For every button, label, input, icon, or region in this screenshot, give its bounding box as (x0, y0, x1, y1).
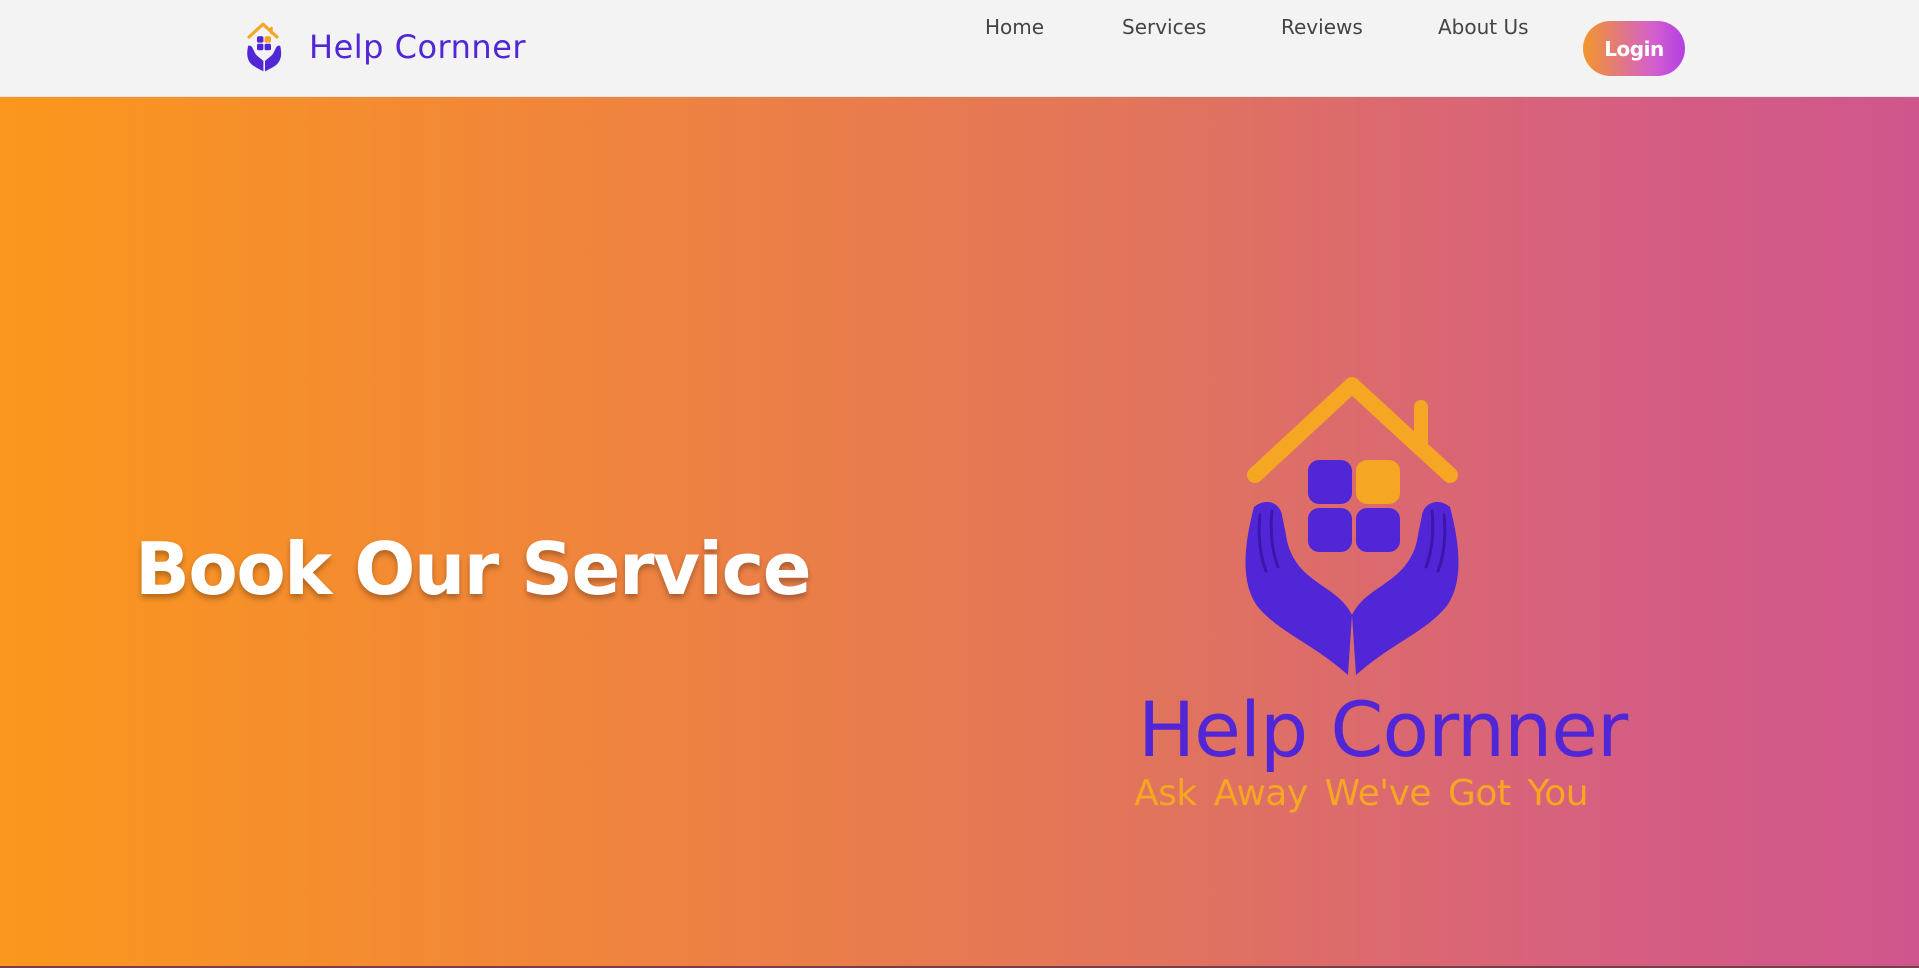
nav-home[interactable]: Home (985, 15, 1044, 39)
logo-tagline: Ask Away We've Got You (1134, 773, 1589, 814)
hero-title: Book Our Service (135, 527, 812, 611)
house-hands-icon (247, 22, 282, 72)
brand-link[interactable]: Help Cornner (245, 20, 526, 74)
nav-services[interactable]: Services (1122, 15, 1206, 39)
login-button[interactable]: Login (1583, 21, 1685, 76)
nav-reviews[interactable]: Reviews (1281, 15, 1363, 39)
navbar: Help Cornner Home Services Reviews About… (0, 0, 1919, 97)
hero-logo: Help Cornner Ask Away We've Got You (1120, 375, 1628, 825)
house-hands-icon (1245, 377, 1459, 675)
logo-name: Help Cornner (1138, 685, 1628, 774)
brand-name: Help Cornner (309, 28, 527, 66)
hero-section: Book Our Service Help Cornner Ask Away W… (0, 97, 1919, 968)
nav-about-us[interactable]: About Us (1438, 15, 1529, 39)
